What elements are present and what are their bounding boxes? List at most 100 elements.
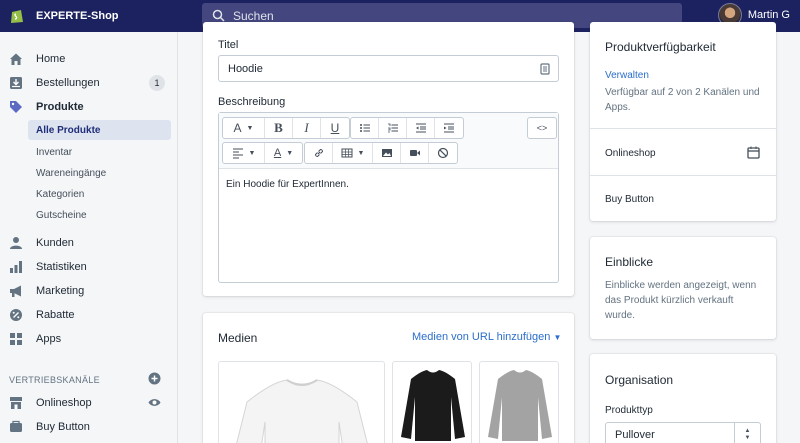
sidebar-item-label: Bestellungen (36, 77, 100, 89)
sidebar-item-label: Kunden (36, 237, 74, 249)
sidebar-subitem-gift-cards[interactable]: Gutscheine (28, 205, 171, 225)
sidebar-subitem-transfers[interactable]: Wareneingänge (28, 163, 171, 183)
title-field[interactable]: Hoodie (218, 55, 559, 82)
sidebar: Home Bestellungen 1 Produkte Alle Produk… (0, 32, 178, 443)
divider (590, 175, 776, 176)
text-color-icon: A (273, 147, 282, 159)
text-color-dropdown[interactable]: A ▼ (265, 143, 302, 163)
editor-toolbar: A ▼ B I U <> ▼ A ▼ ▼ (219, 113, 558, 169)
media-thumbnail-grey-sweater[interactable] (479, 361, 559, 443)
search-placeholder: Suchen (233, 8, 274, 23)
divider (590, 128, 776, 129)
bold-button[interactable]: B (265, 118, 293, 138)
product-type-select[interactable]: Pullover ▲ ▼ (605, 422, 761, 443)
insert-video-button[interactable] (401, 143, 429, 163)
bullet-list-button[interactable] (351, 118, 379, 138)
home-icon (10, 53, 22, 65)
caret-down-icon: ▼ (357, 149, 365, 157)
sidebar-item-apps[interactable]: Apps (0, 328, 178, 350)
underline-icon: U (330, 121, 340, 135)
orders-count-badge: 1 (149, 75, 165, 91)
toolbar-group-lists (350, 117, 464, 139)
sidebar-item-orders[interactable]: Bestellungen 1 (0, 72, 178, 94)
title-value: Hoodie (228, 63, 263, 75)
sidebar-subitem-label: Wareneingänge (36, 167, 107, 179)
calendar-icon[interactable] (747, 146, 760, 159)
insights-text: Einblicke werden angezeigt, wenn das Pro… (605, 280, 757, 321)
sidebar-item-label: Rabatte (36, 309, 75, 321)
outdent-icon (415, 123, 426, 133)
table-icon (341, 148, 353, 158)
sidebar-subitem-collections[interactable]: Kategorien (28, 184, 171, 204)
sidebar-item-label: Marketing (36, 285, 85, 297)
indent-button[interactable] (435, 118, 463, 138)
show-html-button[interactable]: <> (528, 118, 556, 138)
product-type-label: Produkttyp (605, 405, 653, 416)
font-style-dropdown[interactable]: A ▼ (223, 118, 265, 138)
sidebar-subitem-inventory[interactable]: Inventar (28, 142, 171, 162)
apps-icon (10, 333, 22, 345)
outdent-button[interactable] (407, 118, 435, 138)
shop-name[interactable]: EXPERTE-Shop (36, 10, 119, 22)
discount-icon (10, 309, 22, 321)
sidebar-item-label: Apps (36, 333, 62, 345)
tag-icon (10, 101, 22, 113)
caret-down-icon: ▼ (248, 149, 256, 157)
bold-icon: B (274, 120, 283, 135)
toolbar-group-html: <> (527, 117, 557, 139)
organisation-heading: Organisation (605, 373, 674, 387)
clear-formatting-button[interactable] (429, 143, 457, 163)
grey-sweater-image (488, 370, 552, 441)
sidebar-item-home[interactable]: Home (0, 48, 178, 70)
caret-down-icon: ▼ (246, 124, 254, 132)
description-label: Beschreibung (218, 96, 286, 108)
video-icon (409, 150, 420, 156)
product-type-value: Pullover (615, 429, 655, 441)
sidebar-subitem-all-products[interactable]: Alle Produkte (28, 120, 171, 140)
add-media-from-url-link[interactable]: Medien von URL hinzufügen ▼ (412, 331, 561, 343)
description-text[interactable]: Ein Hoodie für ExpertInnen. (226, 179, 349, 190)
user-name[interactable]: Martin G (748, 9, 790, 21)
insert-image-button[interactable] (373, 143, 401, 163)
sidebar-item-label: Buy Button (36, 421, 90, 433)
align-dropdown[interactable]: ▼ (223, 143, 265, 163)
media-thumbnail-black-sweater[interactable] (392, 361, 472, 443)
manage-availability-link[interactable]: Verwalten (605, 70, 649, 81)
sidebar-subitem-label: Gutscheine (36, 209, 87, 221)
availability-summary: Verfügbar auf 2 von 2 Kanälen und Apps. (605, 87, 760, 113)
sidebar-item-products[interactable]: Produkte (0, 96, 178, 118)
sidebar-item-customers[interactable]: Kunden (0, 232, 178, 254)
sidebar-item-discounts[interactable]: Rabatte (0, 304, 178, 326)
sidebar-item-label: Home (36, 53, 66, 65)
link-icon (314, 148, 323, 158)
sidebar-channel-buy-button[interactable]: Buy Button (0, 416, 178, 438)
sidebar-item-analytics[interactable]: Statistiken (0, 256, 178, 278)
image-icon (381, 149, 392, 157)
form-autofill-icon (540, 63, 550, 75)
italic-button[interactable]: I (293, 118, 321, 138)
insert-link-button[interactable] (305, 143, 333, 163)
media-thumbnail-white-sweater[interactable] (218, 361, 385, 443)
italic-icon: I (304, 120, 309, 135)
person-icon (10, 237, 22, 249)
insert-table-dropdown[interactable]: ▼ (333, 143, 373, 163)
numbered-list-button[interactable] (379, 118, 407, 138)
black-sweater-image (401, 370, 465, 441)
toolbar-group-format: ▼ A ▼ (222, 142, 303, 164)
shopify-logo-icon[interactable] (10, 8, 24, 24)
insights-heading: Einblicke (605, 255, 654, 269)
sidebar-subitem-label: Alle Produkte (36, 124, 101, 136)
eye-icon[interactable] (148, 396, 161, 409)
add-media-from-url-label: Medien von URL hinzufügen (412, 331, 551, 343)
underline-button[interactable]: U (321, 118, 349, 138)
sidebar-item-marketing[interactable]: Marketing (0, 280, 178, 302)
indent-icon (444, 123, 454, 133)
caret-down-icon: ▼ (286, 149, 294, 157)
add-channel-plus-icon[interactable] (148, 372, 161, 385)
clear-formatting-icon (437, 147, 449, 159)
description-editor: A ▼ B I U <> ▼ A ▼ ▼ Ein Hoodie für Expe… (218, 112, 559, 283)
sidebar-channel-onlineshop[interactable]: Onlineshop (0, 392, 178, 414)
bar-chart-icon (10, 261, 22, 273)
channel-onlineshop: Onlineshop (605, 148, 656, 159)
sidebar-item-label: Onlineshop (36, 397, 92, 409)
